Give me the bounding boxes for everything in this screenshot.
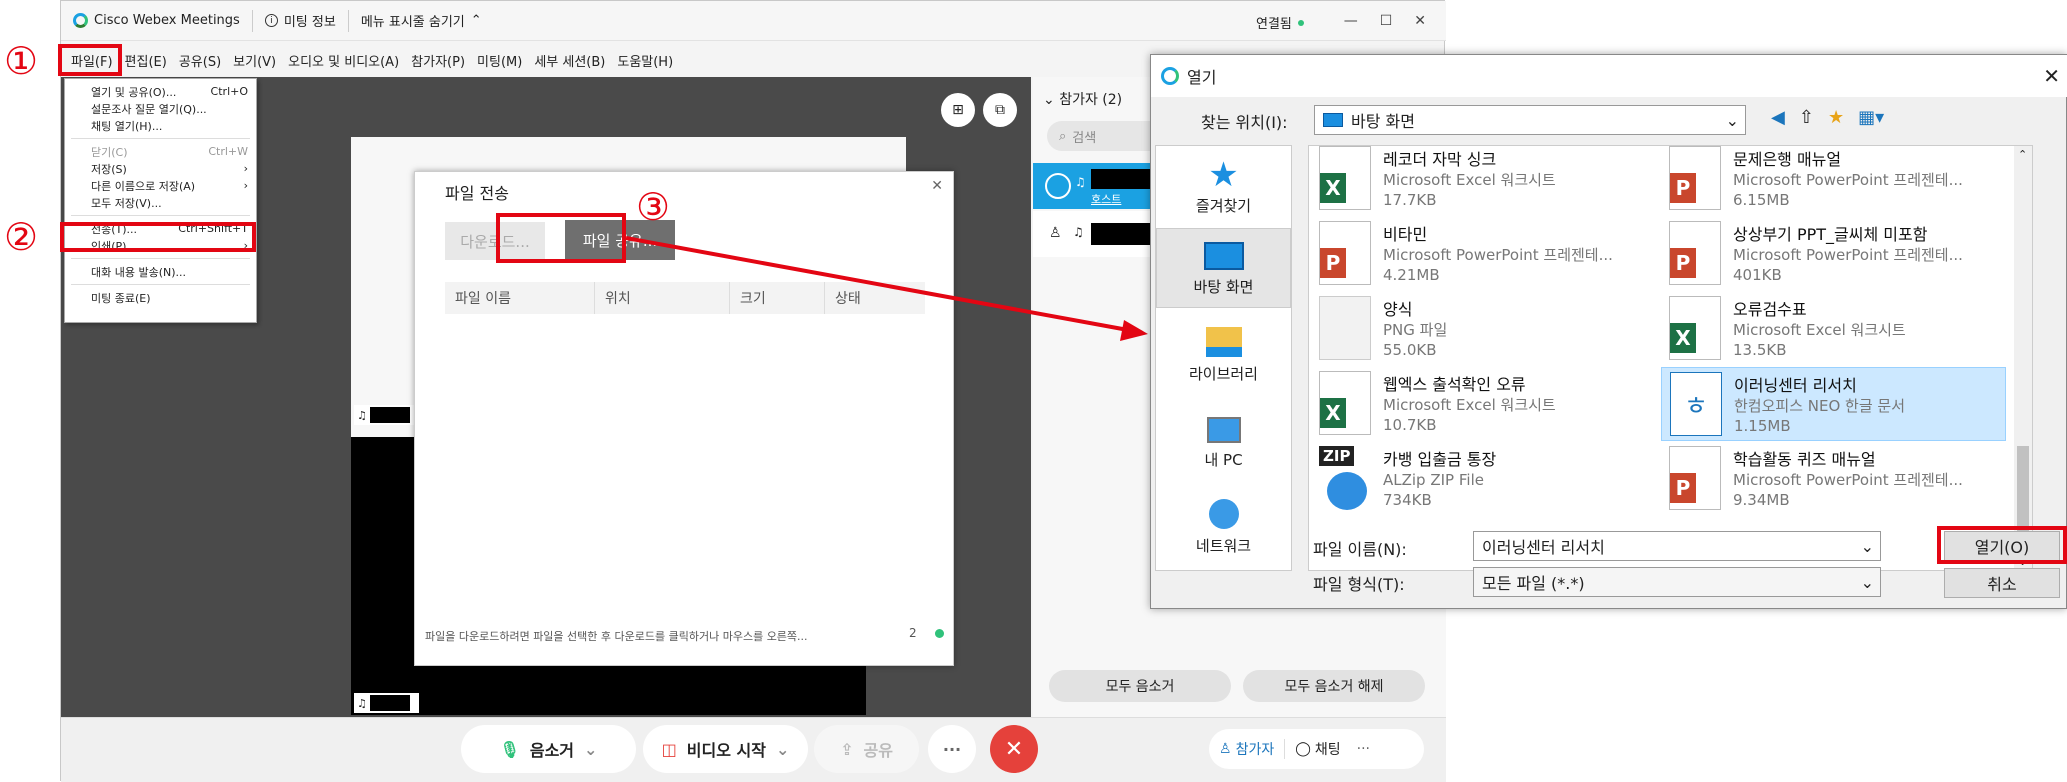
place-this-pc[interactable]: 내 PC (1156, 400, 1291, 480)
place-label: 내 PC (1204, 451, 1243, 469)
place-network[interactable]: 네트워크 (1156, 486, 1291, 566)
file-size: 13.5KB (1733, 341, 1787, 359)
look-in-select[interactable]: 바탕 화면 ⌄ (1314, 105, 1746, 135)
place-libraries[interactable]: 라이브러리 (1156, 314, 1291, 394)
webex-logo-icon (1161, 67, 1179, 85)
new-folder-icon[interactable]: ★ (1828, 107, 1844, 128)
file-name: 학습활동 퀴즈 매뉴얼 (1733, 450, 1876, 469)
file-size: 734KB (1383, 491, 1432, 509)
chevron-down-icon: ⌄ (1725, 110, 1739, 130)
place-label: 바탕 화면 (1193, 278, 1254, 296)
png-icon (1319, 296, 1371, 360)
file-name: 문제은행 매뉴얼 (1733, 150, 1842, 169)
file-name: 이러닝센터 리서치 (1734, 376, 1857, 395)
file-name: 카뱅 입출금 통장 (1383, 450, 1497, 469)
excel-icon (1319, 371, 1371, 435)
star-icon: ★ (1208, 155, 1239, 195)
network-globe-icon (1208, 499, 1239, 529)
computer-icon (1206, 417, 1241, 443)
file-type: 한컴오피스 NEO 한글 문서 (1734, 397, 1906, 415)
dialog-toolbar: ◀ ⇧ ★ ▦▾ (1771, 107, 1884, 128)
file-item-selected[interactable]: ㅎ 이러닝센터 리서치한컴오피스 NEO 한글 문서 1.15MB (1661, 367, 2006, 441)
file-type: Microsoft Excel 워크시트 (1733, 321, 1906, 339)
open-file-dialog: 열기 ✕ 찾는 위치(I): 바탕 화면 ⌄ ◀ ⇧ ★ ▦▾ ★ 즐겨찾기 바탕… (1150, 54, 2067, 609)
file-size: 10.7KB (1383, 416, 1437, 434)
view-menu-icon[interactable]: ▦▾ (1858, 107, 1884, 128)
place-label: 네트워크 (1195, 537, 1252, 555)
place-label: 라이브러리 (1188, 365, 1258, 383)
file-item[interactable]: 상상부기 PPT_글씨체 미포함 Microsoft PowerPoint 프레젠… (1661, 217, 2006, 291)
file-type: Microsoft Excel 워크시트 (1383, 171, 1556, 189)
place-label: 즐겨찾기 (1195, 197, 1252, 215)
file-size: 6.15MB (1733, 191, 1790, 209)
chevron-down-icon: ⌄ (1860, 536, 1874, 556)
file-name: 레코더 자막 싱크 (1383, 150, 1497, 169)
desktop-icon (1203, 242, 1244, 270)
filetype-select[interactable]: 모든 파일 (*.*) ⌄ (1473, 567, 1881, 597)
file-type: Microsoft Excel 워크시트 (1383, 396, 1556, 414)
places-bar: ★ 즐겨찾기 바탕 화면 라이브러리 내 PC 네트워크 (1155, 145, 1292, 571)
file-type: ALZip ZIP File (1383, 471, 1484, 489)
scroll-up-icon[interactable]: ⌃ (2018, 148, 2027, 161)
library-icon (1205, 327, 1242, 357)
chevron-down-icon: ⌄ (1860, 572, 1874, 592)
file-item[interactable]: 양식 PNG 파일 55.0KB (1311, 292, 1656, 366)
file-type: Microsoft PowerPoint 프레젠테... (1733, 171, 1963, 189)
open-dialog-titlebar: 열기 ✕ (1151, 55, 2067, 97)
cancel-button[interactable]: 취소 (1944, 568, 2060, 598)
filetype-value: 모든 파일 (*.*) (1482, 574, 1585, 593)
excel-icon (1669, 296, 1721, 360)
file-item[interactable]: 학습활동 퀴즈 매뉴얼 Microsoft PowerPoint 프레젠테... 9… (1661, 442, 2006, 516)
file-list-scrollbar[interactable]: ⌃ ⌄ (2014, 146, 2032, 570)
file-item[interactable]: 문제은행 매뉴얼 Microsoft PowerPoint 프레젠테... 6.15… (1661, 146, 2006, 216)
file-size: 1.15MB (1734, 417, 1791, 435)
open-dialog-title: 열기 (1187, 68, 1217, 87)
file-size: 4.21MB (1383, 266, 1440, 284)
look-in-value: 바탕 화면 (1351, 112, 1415, 131)
close-icon[interactable]: ✕ (2043, 64, 2060, 88)
file-list: 레코더 자막 싱크 Microsoft Excel 워크시트 17.7KB 문제은행… (1308, 145, 2033, 571)
scrollbar-thumb[interactable] (2017, 446, 2029, 536)
file-type: PNG 파일 (1383, 321, 1448, 339)
place-desktop[interactable]: 바탕 화면 (1156, 228, 1291, 308)
filename-label: 파일 이름(N): (1313, 540, 1407, 559)
arrow-line (625, 236, 1129, 332)
file-size: 55.0KB (1383, 341, 1437, 359)
powerpoint-icon (1669, 146, 1721, 210)
powerpoint-thumb-icon (1319, 221, 1371, 285)
file-size: 17.7KB (1383, 191, 1437, 209)
file-name: 비타민 (1383, 225, 1428, 244)
file-name: 오류검수표 (1733, 300, 1807, 319)
file-size: 9.34MB (1733, 491, 1790, 509)
arrow-head (1120, 320, 1148, 341)
file-name: 양식 (1383, 300, 1413, 319)
filename-input[interactable]: 이러닝센터 리서치 ⌄ (1473, 531, 1881, 561)
file-item[interactable]: 웹엑스 출석확인 오류 Microsoft Excel 워크시트 10.7KB (1311, 367, 1656, 441)
up-folder-icon[interactable]: ⇧ (1799, 107, 1814, 128)
desktop-icon (1323, 113, 1343, 127)
file-item[interactable]: ZIP 카뱅 입출금 통장 ALZip ZIP File 734KB (1311, 442, 1656, 516)
file-item[interactable]: 오류검수표 Microsoft Excel 워크시트 13.5KB (1661, 292, 2006, 366)
file-type: Microsoft PowerPoint 프레젠테... (1383, 246, 1613, 264)
filename-value: 이러닝센터 리서치 (1482, 538, 1605, 557)
file-name: 웹엑스 출석확인 오류 (1383, 375, 1526, 394)
look-in-label: 찾는 위치(I): (1201, 113, 1288, 132)
file-type: Microsoft PowerPoint 프레젠테... (1733, 246, 1963, 264)
file-size: 401KB (1733, 266, 1782, 284)
highlight-open-button (1937, 526, 2067, 564)
file-name: 상상부기 PPT_글씨체 미포함 (1733, 225, 1928, 244)
excel-icon (1319, 146, 1371, 210)
powerpoint-thumb-icon (1669, 221, 1721, 285)
powerpoint-icon (1669, 446, 1721, 510)
back-icon[interactable]: ◀ (1771, 107, 1785, 128)
hwp-icon: ㅎ (1670, 372, 1722, 436)
file-type: Microsoft PowerPoint 프레젠테... (1733, 471, 1963, 489)
file-item[interactable]: 레코더 자막 싱크 Microsoft Excel 워크시트 17.7KB (1311, 146, 1656, 216)
zip-icon: ZIP (1319, 446, 1371, 510)
file-item[interactable]: 비타민 Microsoft PowerPoint 프레젠테... 4.21MB (1311, 217, 1656, 291)
filetype-label: 파일 형식(T): (1313, 575, 1405, 594)
place-favorites[interactable]: ★ 즐겨찾기 (1156, 146, 1291, 226)
